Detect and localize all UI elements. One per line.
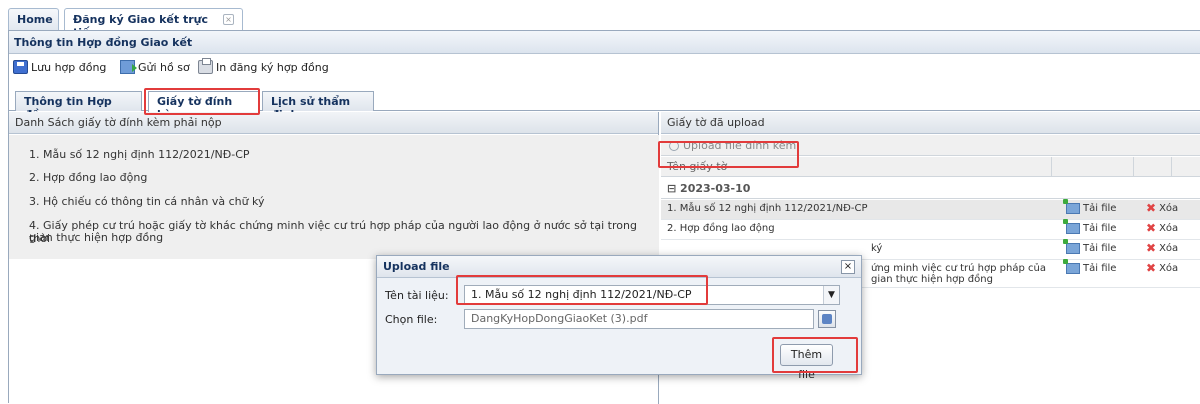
uploaded-documents-title: Giấy tờ đã upload <box>661 112 1200 134</box>
delete-x-icon: ✖ <box>1146 201 1157 215</box>
frame-title: Thông tin Hợp đồng Giao kết <box>9 31 1200 54</box>
download-file-button[interactable]: Tải file <box>1063 259 1117 274</box>
download-label: Tải file <box>1083 203 1117 214</box>
download-file-button[interactable]: Tải file <box>1063 219 1117 234</box>
save-contract-label: Lưu hợp đồng <box>31 60 107 74</box>
highlight-box-upload-button <box>658 141 799 168</box>
print-registration-button[interactable]: In đăng ký hợp đồng <box>198 58 329 75</box>
list-item-continuation: gian thực hiện hợp đồng <box>29 231 164 244</box>
choose-file-label: Chọn file: <box>385 313 438 326</box>
tab-home[interactable]: Home <box>8 8 59 30</box>
required-documents-title: Danh Sách giấy tờ đính kèm phải nộp <box>9 112 658 134</box>
row-document-name-continuation: gian thực hiện hợp đồng <box>871 274 993 285</box>
document-name-label: Tên tài liệu: <box>385 289 449 302</box>
required-documents-list: 1. Mẫu số 12 nghị định 112/2021/NĐ-CP 2.… <box>9 135 659 259</box>
download-icon <box>1063 259 1080 274</box>
delete-label: Xóa <box>1159 223 1179 234</box>
list-item: 2. Hợp đồng lao động <box>29 171 148 184</box>
delete-button[interactable]: ✖ Xóa <box>1146 221 1179 235</box>
download-icon <box>1063 239 1080 254</box>
highlight-box-document-select <box>456 275 708 305</box>
list-item: 3. Hộ chiếu có thông tin cá nhân và chữ … <box>29 195 265 208</box>
column-divider <box>1051 157 1052 177</box>
chevron-down-icon[interactable]: ▼ <box>823 286 839 304</box>
tab-thong-tin-hop-dong[interactable]: Thông tin Hợp đồng <box>15 91 142 121</box>
download-label: Tải file <box>1083 223 1117 234</box>
print-registration-label: In đăng ký hợp đồng <box>216 60 329 74</box>
download-file-button[interactable]: Tải file <box>1063 199 1117 214</box>
delete-button[interactable]: ✖ Xóa <box>1146 241 1179 255</box>
browse-file-icon[interactable] <box>818 310 836 328</box>
file-path-input[interactable]: DangKyHopDongGiaoKet (3).pdf <box>464 309 814 329</box>
delete-x-icon: ✖ <box>1146 221 1157 235</box>
top-tab-bar: Home Đăng ký Giao kết trực tiếp × <box>0 0 1200 39</box>
delete-button[interactable]: ✖ Xóa <box>1146 201 1179 215</box>
delete-button[interactable]: ✖ Xóa <box>1146 261 1179 275</box>
toolbar: Lưu hợp đồng Gửi hồ sơ In đăng ký hợp đồ… <box>9 55 1200 77</box>
highlight-box-add-file-button <box>772 337 858 373</box>
table-row[interactable]: 1. Mẫu số 12 nghị định 112/2021/NĐ-CP Tả… <box>661 199 1200 220</box>
tab-dang-ky-giao-ket[interactable]: Đăng ký Giao kết trực tiếp × <box>64 8 243 39</box>
download-label: Tải file <box>1083 243 1117 254</box>
download-file-button[interactable]: Tải file <box>1063 239 1117 254</box>
highlight-box-attachments-tab <box>144 88 260 115</box>
delete-label: Xóa <box>1159 243 1179 254</box>
row-document-name: 1. Mẫu số 12 nghị định 112/2021/NĐ-CP <box>667 203 868 214</box>
send-dossier-button[interactable]: Gửi hồ sơ <box>120 59 190 75</box>
download-icon <box>1063 219 1080 234</box>
send-icon <box>120 60 137 74</box>
row-document-name: ứng minh việc cư trú hợp pháp của <box>871 263 1046 274</box>
column-divider <box>1133 157 1134 177</box>
tab-lich-su-tham-dinh[interactable]: Lịch sử thẩm định <box>262 91 374 121</box>
close-icon[interactable]: × <box>841 260 855 274</box>
list-item: 1. Mẫu số 12 nghị định 112/2021/NĐ-CP <box>29 148 250 161</box>
row-document-name: ký <box>871 243 883 254</box>
date-group-header[interactable]: ⊟ 2023-03-10 <box>661 178 1200 199</box>
download-icon <box>1063 199 1080 214</box>
tab-home-label: Home <box>17 13 53 26</box>
column-divider <box>1171 157 1172 177</box>
table-row[interactable]: 2. Hợp đồng lao động Tải file ✖ Xóa <box>661 219 1200 240</box>
printer-icon <box>198 58 213 74</box>
send-dossier-label: Gửi hồ sơ <box>138 60 190 74</box>
download-label: Tải file <box>1083 263 1117 274</box>
tab-close-icon[interactable]: × <box>223 14 234 25</box>
floppy-disk-icon <box>13 60 28 74</box>
delete-x-icon: ✖ <box>1146 241 1157 255</box>
save-contract-button[interactable]: Lưu hợp đồng <box>13 59 106 75</box>
delete-x-icon: ✖ <box>1146 261 1157 275</box>
delete-label: Xóa <box>1159 263 1179 274</box>
row-document-name: 2. Hợp đồng lao động <box>667 223 775 234</box>
delete-label: Xóa <box>1159 203 1179 214</box>
